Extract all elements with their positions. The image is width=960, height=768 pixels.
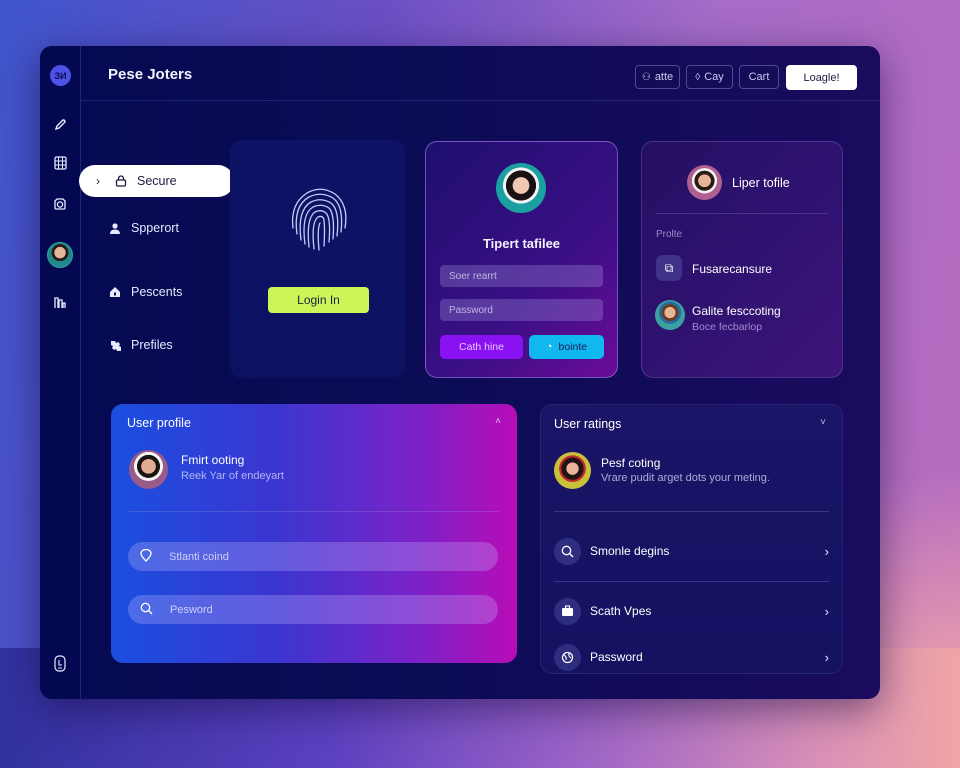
rating-row[interactable]: Password › [554,643,829,671]
nav-item-pescents[interactable]: Pescents [108,276,182,308]
chevron-right-icon: › [824,603,829,619]
profile-row-label[interactable]: Fusarecansure [692,262,772,276]
chevron-right-icon: › [824,543,829,559]
username-input[interactable]: Soer rearrt [440,265,603,287]
divider [656,213,828,214]
avatar[interactable] [47,242,73,268]
icon-rail: ЗИ [40,46,81,699]
drop-icon: ◊ [695,71,701,83]
secondary-action-button[interactable]: ◔ bointe [529,335,604,359]
nav-item-support[interactable]: Spperort [108,212,179,244]
briefcase-icon [554,597,581,625]
user-subtitle: Reek Yar of endeyart [181,470,284,482]
primary-action-button[interactable]: Cath hine [440,335,523,359]
header-button-atte[interactable]: ⚇ atte [635,65,680,89]
people-icon: ⚇ [641,71,651,83]
nav-item-profiles[interactable]: Prefiles [108,329,173,361]
divider [554,511,829,512]
password-search-input[interactable]: Pesword [128,595,498,624]
chevron-right-icon: › [96,174,100,188]
app-logo[interactable]: ЗИ [50,65,71,86]
rating-subtitle: Vrare pudit arget dots your meting. [601,472,770,484]
login-button[interactable]: Loagle! [786,65,857,90]
user-profile-heading: User profile [127,416,191,430]
rating-name: Pesf coting [601,456,661,470]
divider [554,581,829,582]
app-window: ЗИ Pese Joters ⚇ atte ◊ Cay Cart Loagle!… [40,46,880,699]
login-avatar [496,163,546,213]
location-input[interactable]: Stlanti coind [128,542,498,571]
top-header: Pese Joters ⚇ atte ◊ Cay Cart Loagle! [81,46,880,101]
fingerprint-small-icon: ◔ [545,341,553,353]
profile-card: Liper tofile Prolte ⧉ Fusarecansure Gali… [641,141,843,378]
rating-row[interactable]: Smonle degins › [554,537,829,565]
puzzle-icon [108,338,122,352]
profile-row2-title[interactable]: Galite fesccoting [692,304,781,318]
user-profile-card: User profile ˄ Fmirt ooting Reek Yar of … [111,404,517,663]
camera-icon[interactable] [49,193,71,215]
profile-row-avatar [655,300,685,330]
location-pin-icon [140,548,152,565]
login-in-button[interactable]: Login In [268,287,369,313]
profile-avatar [687,165,722,200]
grid-icon[interactable] [49,152,71,174]
clipboard-icon[interactable]: ⧉ [656,255,682,281]
login-card: Tipert tafilee Soer rearrt Password Cath… [425,141,618,378]
profile-section-label: Prolte [656,229,683,240]
fingerprint-icon[interactable] [287,184,351,254]
search-icon [554,537,581,565]
rating-row[interactable]: Scath Vpes › [554,597,829,625]
divider [129,511,499,512]
user-ratings-heading: User ratings [554,417,622,431]
lock-icon [114,174,128,188]
profile-row2-subtitle: Boce fecbarlop [692,321,763,333]
buildings-icon[interactable] [49,291,71,313]
nav-item-secure[interactable]: › Secure [79,165,234,197]
house-lock-icon [108,285,122,299]
profile-card-title: Liper tofile [732,176,790,190]
chevron-right-icon: › [824,649,829,665]
fingerprint-card: Login In [230,140,405,378]
user-icon [108,221,122,235]
search-icon [140,602,153,618]
chevron-down-icon[interactable]: ˅ [820,417,826,428]
login-card-title: Tipert tafilee [482,236,561,251]
app-title: Pese Joters [108,66,193,83]
globe-icon [554,643,581,671]
chevron-up-icon[interactable]: ˄ [495,416,501,427]
password-input[interactable]: Password [440,299,603,321]
rating-avatar [554,452,591,489]
header-button-cart[interactable]: Cart [739,65,779,89]
user-ratings-card: User ratings ˅ Pesf coting Vrare pudit a… [540,404,843,674]
pencil-icon[interactable] [49,114,71,136]
header-button-cay[interactable]: ◊ Cay [686,65,733,89]
user-avatar [129,450,168,489]
user-name: Fmirt ooting [181,453,245,467]
phone-lock-icon[interactable] [49,652,71,674]
